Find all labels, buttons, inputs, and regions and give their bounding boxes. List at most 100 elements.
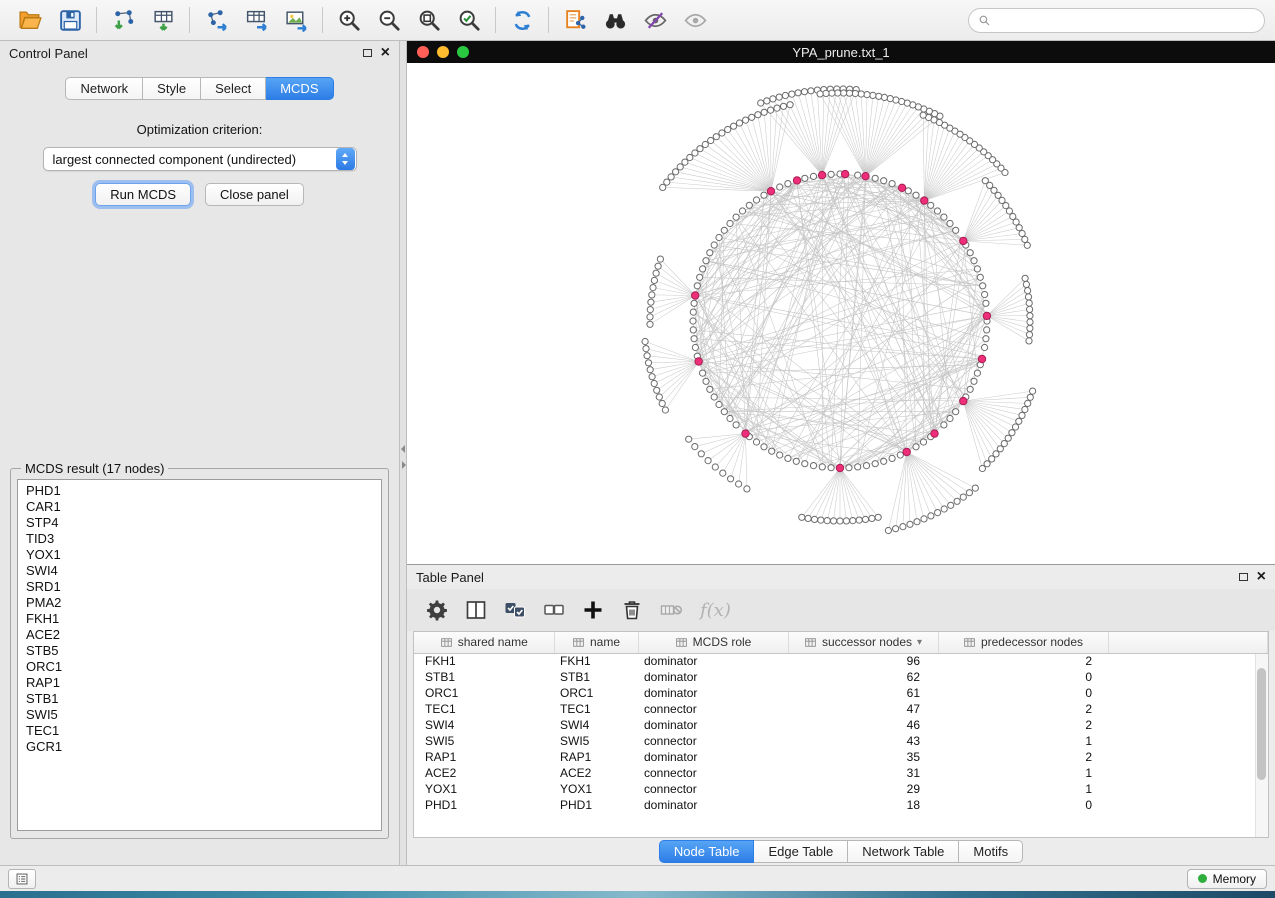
search-input[interactable] bbox=[995, 10, 1255, 31]
mcds-node-item[interactable]: YOX1 bbox=[18, 547, 381, 563]
tab-style[interactable]: Style bbox=[143, 77, 201, 100]
window-zoom-button[interactable] bbox=[457, 46, 469, 58]
zoom-in-button[interactable] bbox=[329, 3, 369, 37]
network-window-titlebar[interactable]: YPA_prune.txt_1 bbox=[407, 41, 1275, 63]
search-binoculars-button[interactable] bbox=[595, 3, 635, 37]
optimization-criterion-select[interactable]: largest connected component (undirected) bbox=[43, 147, 357, 171]
control-panel-title: Control Panel bbox=[9, 46, 363, 61]
mcds-node-item[interactable]: PHD1 bbox=[18, 483, 381, 499]
mcds-node-item[interactable]: ACE2 bbox=[18, 627, 381, 643]
tab-select[interactable]: Select bbox=[201, 77, 266, 100]
table-settings-gear-button[interactable] bbox=[419, 593, 455, 627]
tab-mcds[interactable]: MCDS bbox=[266, 77, 333, 100]
table-row[interactable]: ORC1ORC1dominator610 bbox=[414, 685, 1268, 701]
export-network-button[interactable] bbox=[196, 3, 236, 37]
mcds-node-item[interactable]: ORC1 bbox=[18, 659, 381, 675]
mcds-node-item[interactable]: RAP1 bbox=[18, 675, 381, 691]
column-header-MCDS-role[interactable]: MCDS role bbox=[638, 632, 788, 653]
window-close-button[interactable] bbox=[417, 46, 429, 58]
column-header-name[interactable]: name bbox=[554, 632, 638, 653]
table-scrollbar[interactable] bbox=[1255, 654, 1268, 837]
mcds-node-item[interactable]: PMA2 bbox=[18, 595, 381, 611]
toolbar-separator bbox=[96, 7, 97, 33]
add-column-button[interactable] bbox=[575, 593, 611, 627]
network-window: YPA_prune.txt_1 bbox=[407, 41, 1275, 565]
export-table-icon bbox=[244, 8, 269, 33]
table-panel-float-icon[interactable] bbox=[1239, 573, 1248, 581]
toolbar-separator bbox=[548, 7, 549, 33]
main-toolbar-icons bbox=[10, 3, 715, 37]
deselect-all-icon bbox=[542, 598, 566, 622]
panel-selector-button[interactable] bbox=[8, 869, 36, 889]
deselect-all-button[interactable] bbox=[536, 593, 572, 627]
zoom-selected-button[interactable] bbox=[449, 3, 489, 37]
table-row[interactable]: TEC1TEC1connector472 bbox=[414, 701, 1268, 717]
mcds-result-list[interactable]: PHD1CAR1STP4TID3YOX1SWI4SRD1PMA2FKH1ACE2… bbox=[17, 479, 382, 831]
export-image-button[interactable] bbox=[276, 3, 316, 37]
control-panel-close-icon[interactable]: × bbox=[381, 45, 390, 61]
mcds-node-item[interactable]: STP4 bbox=[18, 515, 381, 531]
table-scrollbar-thumb[interactable] bbox=[1257, 668, 1266, 780]
zoom-fit-button[interactable] bbox=[409, 3, 449, 37]
grid-small-icon bbox=[804, 636, 817, 649]
tab-network[interactable]: Network bbox=[65, 77, 143, 100]
tab-node-table[interactable]: Node Table bbox=[659, 840, 755, 863]
memory-button[interactable]: Memory bbox=[1187, 869, 1267, 889]
mcds-node-item[interactable]: CAR1 bbox=[18, 499, 381, 515]
table-row[interactable]: SWI5SWI5connector431 bbox=[414, 733, 1268, 749]
import-table-button[interactable] bbox=[143, 3, 183, 37]
show-graphics-details-button[interactable] bbox=[675, 3, 715, 37]
import-network-button[interactable] bbox=[103, 3, 143, 37]
tab-motifs[interactable]: Motifs bbox=[959, 840, 1023, 863]
save-session-button[interactable] bbox=[50, 3, 90, 37]
hide-graphics-details-button[interactable] bbox=[635, 3, 675, 37]
grid-small-icon bbox=[963, 636, 976, 649]
column-header-shared-name[interactable]: shared name bbox=[414, 632, 554, 653]
toolbar-separator bbox=[322, 7, 323, 33]
splitter-grip-icon[interactable] bbox=[400, 445, 407, 469]
split-panel-icon bbox=[464, 598, 488, 622]
mcds-node-item[interactable]: STB5 bbox=[18, 643, 381, 659]
mcds-node-item[interactable]: SWI5 bbox=[18, 707, 381, 723]
dropdown-stepper-icon bbox=[336, 148, 355, 170]
mcds-node-item[interactable]: TEC1 bbox=[18, 723, 381, 739]
close-panel-button[interactable]: Close panel bbox=[205, 183, 304, 206]
control-panel-float-icon[interactable] bbox=[363, 49, 372, 57]
mcds-node-item[interactable]: FKH1 bbox=[18, 611, 381, 627]
select-all-button[interactable] bbox=[497, 593, 533, 627]
network-graph[interactable] bbox=[407, 63, 1274, 564]
network-canvas[interactable] bbox=[407, 63, 1275, 564]
table-row[interactable]: YOX1YOX1connector291 bbox=[414, 781, 1268, 797]
delete-column-button[interactable] bbox=[614, 593, 650, 627]
column-header-predecessor-nodes[interactable]: predecessor nodes bbox=[938, 632, 1108, 653]
tab-network-table[interactable]: Network Table bbox=[848, 840, 959, 863]
open-file-button[interactable] bbox=[10, 3, 50, 37]
table-row[interactable]: ACE2ACE2connector311 bbox=[414, 765, 1268, 781]
window-minimize-button[interactable] bbox=[437, 46, 449, 58]
table-panel-close-icon[interactable]: × bbox=[1257, 569, 1266, 585]
mcds-node-item[interactable]: SRD1 bbox=[18, 579, 381, 595]
mcds-node-item[interactable]: STB1 bbox=[18, 691, 381, 707]
toolbar-separator bbox=[495, 7, 496, 33]
grid-small-icon bbox=[572, 636, 585, 649]
clear-table-button[interactable] bbox=[653, 593, 689, 627]
split-panel-button[interactable] bbox=[458, 593, 494, 627]
run-mcds-button[interactable]: Run MCDS bbox=[95, 183, 191, 206]
table-row[interactable]: STB1STB1dominator620 bbox=[414, 669, 1268, 685]
table-row[interactable]: PHD1PHD1dominator180 bbox=[414, 797, 1268, 813]
tab-edge-table[interactable]: Edge Table bbox=[754, 840, 848, 863]
duplicate-network-button[interactable] bbox=[555, 3, 595, 37]
panel-splitter[interactable] bbox=[400, 41, 407, 865]
mcds-node-item[interactable]: GCR1 bbox=[18, 739, 381, 755]
function-builder-button[interactable]: f(x) bbox=[700, 600, 731, 621]
export-table-button[interactable] bbox=[236, 3, 276, 37]
table-row[interactable]: RAP1RAP1dominator352 bbox=[414, 749, 1268, 765]
mcds-node-item[interactable]: TID3 bbox=[18, 531, 381, 547]
column-header-successor-nodes[interactable]: successor nodes▾ bbox=[788, 632, 938, 653]
table-row[interactable]: SWI4SWI4dominator462 bbox=[414, 717, 1268, 733]
table-row[interactable]: FKH1FKH1dominator962 bbox=[414, 653, 1268, 669]
mcds-node-item[interactable]: SWI4 bbox=[18, 563, 381, 579]
zoom-out-button[interactable] bbox=[369, 3, 409, 37]
apply-layout-button[interactable] bbox=[502, 3, 542, 37]
optimization-criterion-label: Optimization criterion: bbox=[0, 122, 399, 137]
